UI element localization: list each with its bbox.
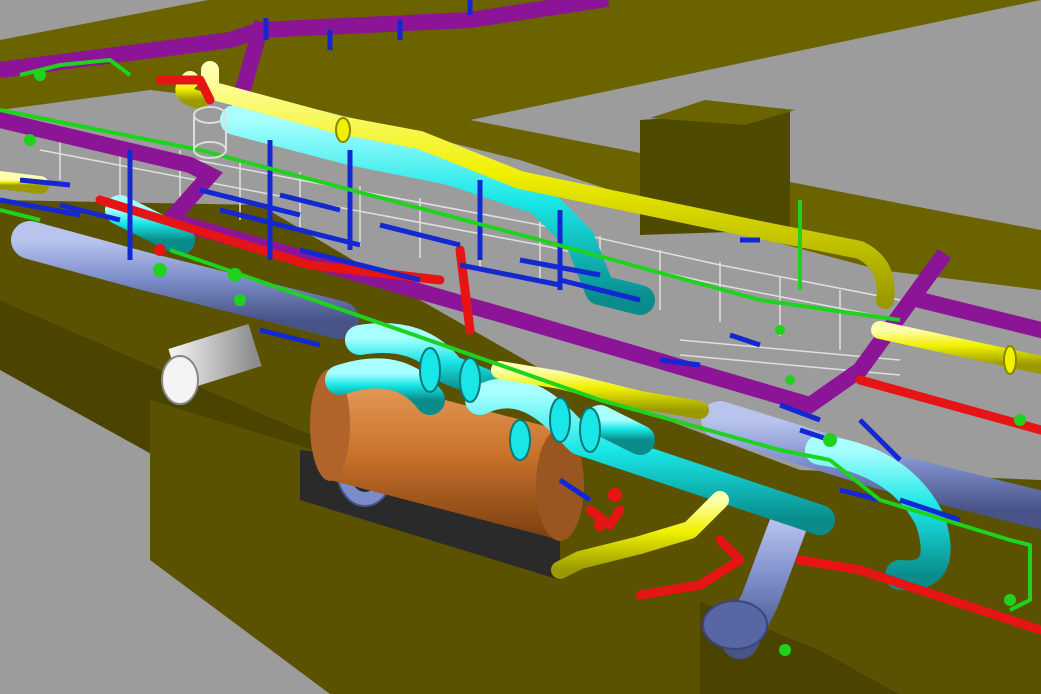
duct-opening bbox=[161, 355, 199, 405]
3d-viewport[interactable] bbox=[0, 0, 1041, 694]
duct-opening bbox=[702, 600, 768, 650]
piping-model-canvas[interactable] bbox=[0, 0, 1041, 694]
